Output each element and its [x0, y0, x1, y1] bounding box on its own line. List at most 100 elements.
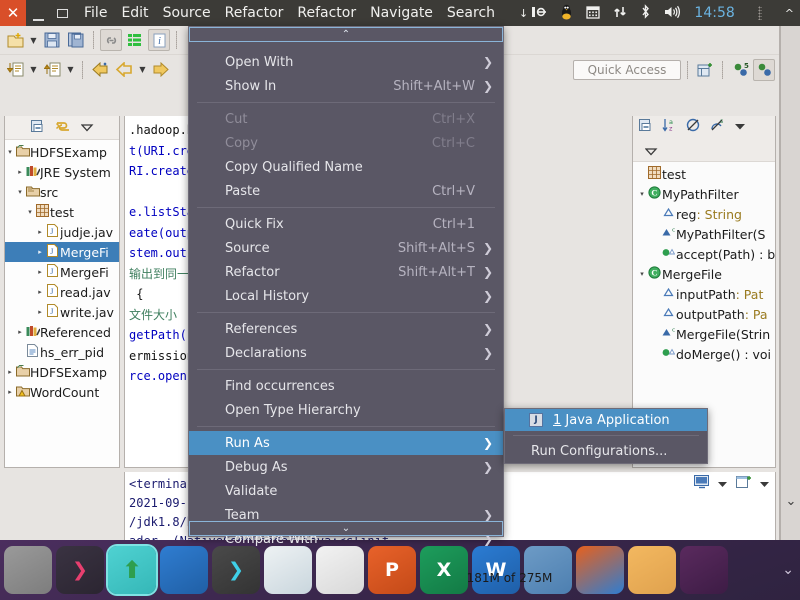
save-icon[interactable] — [41, 29, 63, 51]
volume-icon[interactable] — [664, 5, 681, 22]
hide-fields-icon[interactable] — [686, 118, 701, 135]
linux-penguin-icon[interactable] — [560, 4, 573, 23]
export-caret[interactable]: ▼ — [65, 59, 76, 81]
info-icon[interactable]: i — [148, 29, 170, 51]
collapse-all-icon[interactable] — [639, 118, 653, 135]
link-editor-icon[interactable] — [100, 29, 122, 51]
overflow-caret[interactable] — [644, 145, 658, 159]
strip-caret-down-icon[interactable]: ⌄ — [781, 494, 800, 509]
menu-file[interactable]: File — [84, 5, 107, 21]
software-center-icon[interactable] — [316, 546, 364, 594]
heap-memory-gauge[interactable]: 181M of 275M — [451, 570, 567, 586]
context-menu[interactable]: ⌃ Open With ❯ Show In Shift+Alt+W ❯ Cut Ctrl+X… — [188, 26, 504, 547]
tree-item[interactable]: ▸ Jjudje.jav — [5, 222, 119, 242]
menu-scroll-down-button[interactable]: ⌄ — [189, 521, 503, 536]
outline-item[interactable]: doMerge() : voi — [633, 344, 775, 364]
new-dropdown-caret[interactable]: ▼ — [28, 29, 39, 51]
word-icon[interactable]: W — [472, 546, 520, 594]
outline-twisty-icon[interactable]: ▾ — [637, 270, 647, 278]
menu-item-debug-as[interactable]: Debug As ❯ — [189, 455, 503, 479]
tree-twisty-icon[interactable]: ▾ — [15, 188, 25, 196]
indicator-session-icon[interactable] — [531, 5, 547, 22]
menu-item-local-history[interactable]: Local History ❯ — [189, 284, 503, 308]
tree-twisty-icon[interactable]: ▸ — [5, 388, 15, 396]
sort-alphabetically-icon[interactable]: az — [662, 118, 677, 135]
menu-refactor-2[interactable]: Refactor — [297, 5, 356, 21]
window-close-button[interactable]: ✕ — [0, 0, 26, 26]
menu-item-cut[interactable]: Cut Ctrl+X — [189, 107, 503, 131]
outline-item[interactable]: c MergeFile(Strin — [633, 324, 775, 344]
menu-item-run-as[interactable]: Run As ❯ — [189, 431, 503, 455]
menu-scroll-up-button[interactable]: ⌃ — [189, 27, 503, 42]
outline-item[interactable]: reg : String — [633, 204, 775, 224]
outline-item[interactable]: ▾ C MyPathFilter — [633, 184, 775, 204]
tree-item[interactable]: ▸ Jwrite.jav — [5, 302, 119, 322]
network-updown-icon[interactable] — [613, 5, 627, 22]
ubuntu-dash-icon[interactable] — [680, 546, 728, 594]
tree-item[interactable]: ▾ HDFSExamp — [5, 142, 119, 162]
firefox-icon[interactable] — [576, 546, 624, 594]
back-history-icon[interactable] — [89, 59, 111, 81]
menu-item-clipped[interactable] — [189, 42, 503, 50]
view-menu-caret[interactable] — [80, 121, 94, 135]
run-as-submenu[interactable]: J 1 Java Application Run Configurations.… — [504, 408, 708, 464]
back-caret[interactable]: ▼ — [137, 59, 148, 81]
menu-edit[interactable]: Edit — [121, 5, 148, 21]
java-ee-perspective-icon[interactable] — [753, 58, 775, 81]
save-all-icon[interactable] — [65, 29, 87, 51]
import-caret[interactable]: ▼ — [28, 59, 39, 81]
tree-item[interactable]: ▸ J MergeFi — [5, 242, 119, 262]
powerpoint-icon[interactable]: P — [368, 546, 416, 594]
tree-item[interactable]: ▸ J MergeFi — [5, 262, 119, 282]
forward-icon[interactable] — [150, 59, 172, 81]
menu-item-source[interactable]: Source Shift+Alt+S ❯ — [189, 236, 503, 260]
tray-caret-icon[interactable]: ^ — [785, 7, 794, 20]
window-maximize-button[interactable] — [50, 0, 74, 26]
new-wizard-icon[interactable] — [4, 29, 26, 51]
menu-item-show-in[interactable]: Show In Shift+Alt+W ❯ — [189, 74, 503, 98]
project-tree[interactable]: ▾ HDFSExamp ▸ JRE System ▾ src ▾ test ▸ Jjudje.ja… — [5, 140, 119, 404]
tree-item[interactable]: hs_err_pid — [5, 342, 119, 362]
tree-twisty-icon[interactable]: ▸ — [35, 268, 45, 276]
menu-source[interactable]: Source — [163, 5, 211, 21]
back-icon[interactable] — [113, 59, 135, 81]
open-console-icon[interactable] — [736, 475, 752, 492]
open-console-caret[interactable] — [759, 477, 771, 491]
tree-twisty-icon[interactable]: ▸ — [15, 328, 25, 336]
outline-item[interactable]: accept(Path) : b — [633, 244, 775, 264]
applications-icon[interactable] — [160, 546, 208, 594]
tree-twisty-icon[interactable]: ▸ — [15, 168, 25, 176]
outline-item[interactable]: test — [633, 164, 775, 184]
quick-access-input[interactable]: Quick Access — [573, 59, 681, 80]
eclipse-icon[interactable]: ⬆ — [108, 546, 156, 594]
menu-refactor-1[interactable]: Refactor — [225, 5, 284, 21]
menu-item-references[interactable]: References ❯ — [189, 317, 503, 341]
submenu-item-java-application[interactable]: J 1 Java Application — [505, 409, 707, 431]
clock[interactable]: 14:58 — [694, 5, 734, 21]
terminal-icon[interactable]: ❯ — [212, 546, 260, 594]
tree-item[interactable]: ▸ Jread.jav — [5, 282, 119, 302]
menu-item-refactor[interactable]: Refactor Shift+Alt+T ❯ — [189, 260, 503, 284]
tree-item[interactable]: ▸ Referenced — [5, 322, 119, 342]
tree-item[interactable]: ▾ src — [5, 182, 119, 202]
outline-item[interactable]: outputPath : Pa — [633, 304, 775, 324]
tree-item[interactable]: ▸ WordCount — [5, 382, 119, 402]
menu-item-validate[interactable]: Validate — [189, 479, 503, 503]
outline-item[interactable]: c MyPathFilter(S — [633, 224, 775, 244]
tree-twisty-icon[interactable]: ▾ — [5, 148, 15, 156]
menu-item-quick-fix[interactable]: Quick Fix Ctrl+1 — [189, 212, 503, 236]
tree-twisty-icon[interactable]: ▸ — [35, 248, 45, 256]
console-caret[interactable] — [717, 477, 729, 491]
outline-item[interactable]: inputPath : Pat — [633, 284, 775, 304]
tree-twisty-icon[interactable]: ▾ — [25, 208, 35, 216]
perspective-new-icon[interactable] — [694, 59, 716, 81]
menu-item-find-occurrences[interactable]: Find occurrences — [189, 374, 503, 398]
tree-twisty-icon[interactable]: ▸ — [35, 228, 45, 236]
menu-navigate[interactable]: Navigate — [370, 5, 433, 21]
window-minimize-button[interactable] — [26, 0, 50, 26]
menu-item-open-with[interactable]: Open With ❯ — [189, 50, 503, 74]
link-with-editor-icon[interactable] — [55, 120, 71, 136]
collapse-all-icon[interactable] — [30, 119, 45, 136]
outline-twisty-icon[interactable]: ▾ — [637, 190, 647, 198]
tree-twisty-icon[interactable]: ▸ — [35, 308, 45, 316]
